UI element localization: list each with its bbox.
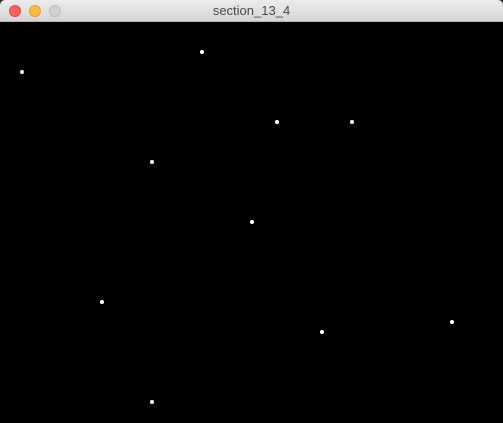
window-title: section_13_4 bbox=[212, 3, 291, 18]
star-dot bbox=[320, 330, 324, 334]
star-dot bbox=[100, 300, 104, 304]
star-dot bbox=[275, 120, 279, 124]
star-dot bbox=[350, 120, 354, 124]
title-bar[interactable]: section_13_4 bbox=[0, 0, 503, 22]
star-dot bbox=[150, 160, 154, 164]
star-dot bbox=[450, 320, 454, 324]
app-window: section_13_4 bbox=[0, 0, 503, 423]
drawing-canvas[interactable] bbox=[2, 22, 501, 421]
star-dot bbox=[200, 50, 204, 54]
star-dot bbox=[250, 220, 254, 224]
star-dot bbox=[150, 400, 154, 404]
star-dot bbox=[20, 70, 24, 74]
